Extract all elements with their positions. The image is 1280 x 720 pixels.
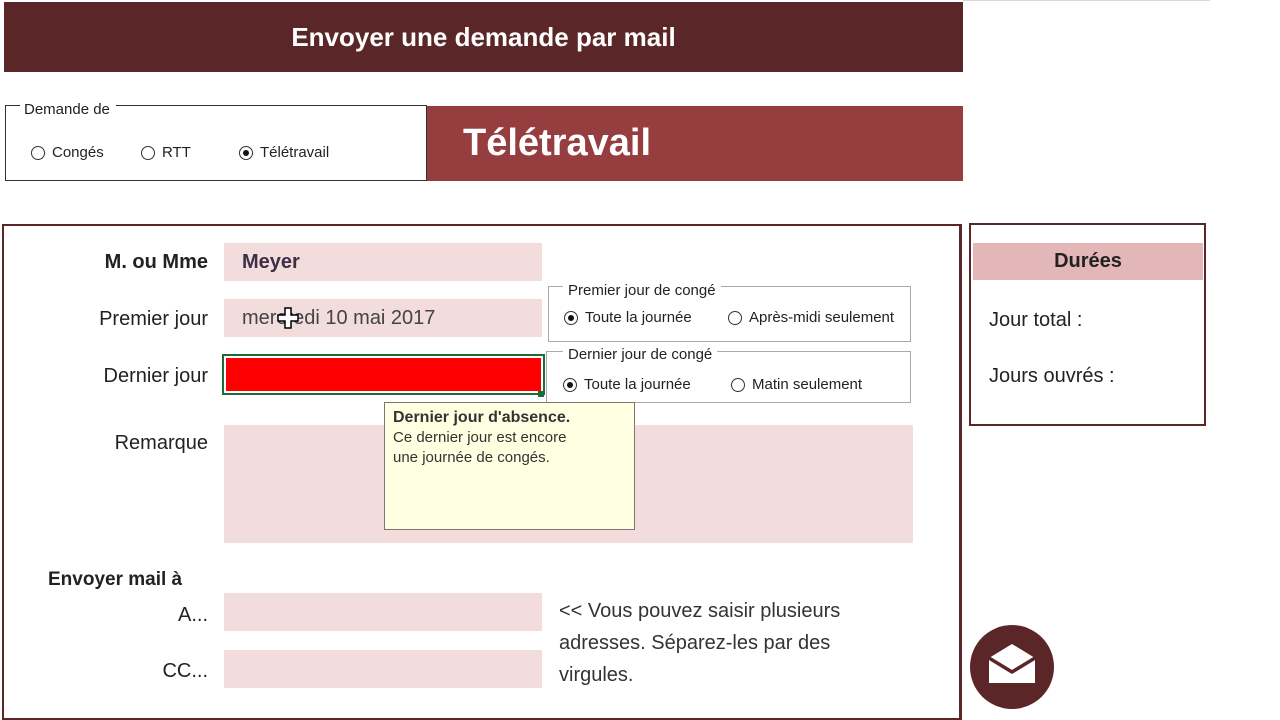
total-days-label: Jour total : xyxy=(989,309,1083,331)
first-day-field[interactable]: mercredi 10 mai 2017 xyxy=(224,299,542,337)
to-label: A... xyxy=(177,604,208,626)
radio-teletravail[interactable]: Télétravail xyxy=(239,144,329,161)
address-hint: << Vous pouvez saisir plusieurs adresses… xyxy=(559,600,841,686)
request-type-title: Télétravail xyxy=(463,122,651,164)
radio-first-full-day[interactable]: Toute la journée xyxy=(564,309,692,326)
send-mail-button[interactable] xyxy=(970,625,1054,709)
radio-circle-icon[interactable] xyxy=(731,377,745,392)
radio-label: Toute la journée xyxy=(585,309,692,326)
last-day-field[interactable] xyxy=(226,358,541,391)
radio-selected-icon[interactable] xyxy=(564,310,578,325)
radio-conges[interactable]: Congés xyxy=(31,144,104,161)
cell-cursor-icon xyxy=(277,307,299,329)
top-divider xyxy=(963,0,1210,1)
first-day-value: mercredi 10 mai 2017 xyxy=(242,306,436,329)
radio-label: Toute la journée xyxy=(584,376,691,393)
envelope-icon xyxy=(988,644,1036,683)
radio-circle-icon[interactable] xyxy=(31,145,45,160)
to-field[interactable] xyxy=(224,593,542,631)
radio-first-afternoon[interactable]: Après-midi seulement xyxy=(728,309,894,326)
cc-label: CC... xyxy=(162,660,208,682)
tooltip-line-2: une journée de congés. xyxy=(393,449,550,466)
radio-label: Congés xyxy=(52,144,104,161)
radio-circle-icon[interactable] xyxy=(141,145,155,160)
cell-comment-tooltip: Dernier jour d'absence. Ce dernier jour … xyxy=(384,402,635,530)
radio-label: RTT xyxy=(162,144,191,161)
page-header: Envoyer une demande par mail xyxy=(4,2,963,72)
radio-last-morning[interactable]: Matin seulement xyxy=(731,376,862,393)
page-title: Envoyer une demande par mail xyxy=(291,21,676,52)
request-type-banner: Télétravail xyxy=(427,106,963,181)
name-field[interactable]: Meyer xyxy=(224,243,542,281)
tooltip-line-1: Ce dernier jour est encore xyxy=(393,429,567,446)
first-day-label: Premier jour xyxy=(99,308,208,330)
last-day-label: Dernier jour xyxy=(103,365,208,387)
first-day-group-legend: Premier jour de congé xyxy=(563,282,721,299)
request-type-legend: Demande de xyxy=(20,101,116,118)
radio-last-full-day[interactable]: Toute la journée xyxy=(563,376,691,393)
remark-label: Remarque xyxy=(114,432,208,454)
last-day-group-legend: Dernier jour de congé xyxy=(563,346,718,363)
tooltip-title: Dernier jour d'absence. xyxy=(393,409,571,426)
radio-rtt[interactable]: RTT xyxy=(141,144,191,161)
radio-label: Après-midi seulement xyxy=(749,309,895,326)
durations-header: Durées xyxy=(973,243,1203,280)
radio-selected-icon[interactable] xyxy=(563,377,577,392)
working-days-label: Jours ouvrés : xyxy=(989,365,1115,387)
radio-label: Télétravail xyxy=(260,144,330,161)
durations-title: Durées xyxy=(1054,250,1122,272)
send-mail-label: Envoyer mail à xyxy=(48,569,183,590)
name-value: Meyer xyxy=(242,250,300,273)
radio-selected-icon[interactable] xyxy=(239,145,253,160)
radio-label: Matin seulement xyxy=(752,376,863,393)
cc-field[interactable] xyxy=(224,650,542,688)
fill-handle[interactable] xyxy=(538,391,544,397)
name-label: M. ou Mme xyxy=(104,251,208,273)
radio-circle-icon[interactable] xyxy=(728,310,742,325)
